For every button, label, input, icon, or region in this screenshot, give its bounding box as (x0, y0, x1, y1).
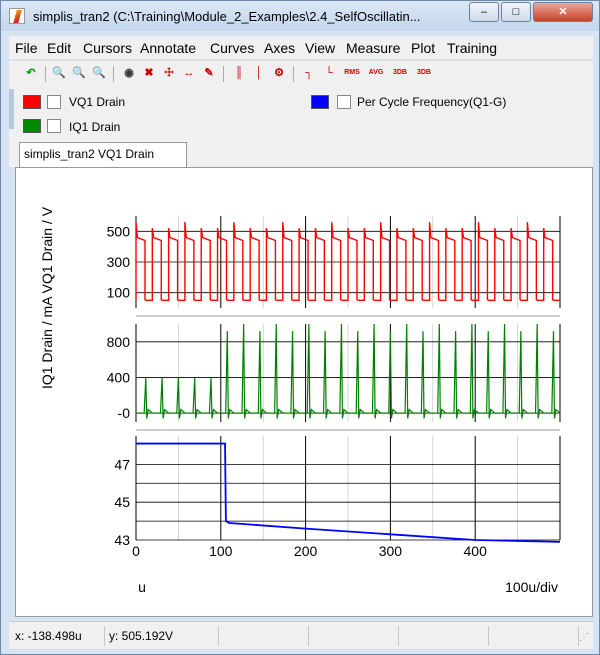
y-axis-label: IQ1 Drain / mA VQ1 Drain / V (39, 206, 55, 389)
status-bar: x: -138.498u y: 505.192V ⋰ (9, 621, 593, 649)
plot-area[interactable]: IQ1 Drain / mA VQ1 Drain / V 500 300 100 80… (15, 167, 593, 617)
title-bar[interactable]: simplis_tran2 (C:\Training\Module_2_Exam… (1, 1, 599, 31)
zoom-out-icon[interactable]: 🔍 (71, 65, 87, 81)
x-tick-label: 300 (379, 543, 403, 559)
menu-file[interactable]: File (15, 40, 38, 56)
toolbar: ↶ 🔍 🔍 🔍 ◉ ✖ ☩ ↔ ✎ ║ │ ⚙ ┐ └ RMS AVG 3DB … (9, 61, 593, 87)
x-tick-label: 400 (464, 543, 488, 559)
x-tick-label: 0 (132, 543, 140, 559)
3db-high-icon[interactable]: 3DB (389, 65, 411, 81)
delete-curve-icon[interactable]: ✖ (141, 65, 157, 81)
waveform-chart[interactable]: IQ1 Drain / mA VQ1 Drain / V 500 300 100 80… (16, 168, 592, 616)
eye-icon[interactable]: ◉ (121, 65, 137, 81)
menu-view[interactable]: View (305, 40, 335, 56)
window-title: simplis_tran2 (C:\Training\Module_2_Exam… (33, 9, 421, 24)
zoom-in-icon[interactable]: 🔍 (51, 65, 67, 81)
menu-measure[interactable]: Measure (346, 40, 400, 56)
legend-label-freq: Per Cycle Frequency(Q1-G) (357, 95, 507, 109)
y-tick-label-vq1: 300 (107, 254, 131, 270)
status-cell (399, 626, 489, 646)
minimize-button[interactable]: – (469, 2, 499, 22)
zoom-fit-icon[interactable]: 🔍 (91, 65, 107, 81)
avg-icon[interactable]: AVG (365, 65, 387, 81)
y-tick-label-freq: 43 (114, 532, 130, 548)
move-curve-icon[interactable]: ↔ (181, 65, 197, 81)
y-tick-label-freq: 45 (114, 494, 130, 510)
y-tick-label-iq1: -0 (118, 405, 131, 421)
toolbar-separator (45, 66, 46, 82)
tab-strip: simplis_tran2 VQ1 Drain (9, 135, 593, 167)
menu-annotate[interactable]: Annotate (140, 40, 196, 56)
cursor-settings-icon[interactable]: ⚙ (271, 65, 287, 81)
legend-label-vq1: VQ1 Drain (69, 95, 126, 109)
undo-icon[interactable]: ↶ (23, 65, 39, 81)
legend-label-iq1: IQ1 Drain (69, 120, 121, 134)
menu-curves[interactable]: Curves (210, 40, 254, 56)
menu-edit[interactable]: Edit (47, 40, 71, 56)
y-tick-label-freq: 47 (114, 456, 130, 472)
step-measure-icon[interactable]: ┐ (301, 65, 317, 81)
menu-plot[interactable]: Plot (411, 40, 435, 56)
cursor-pair-icon[interactable]: ║ (231, 65, 247, 81)
toolbar-separator (113, 66, 114, 82)
menu-training[interactable]: Training (447, 40, 497, 56)
status-x: x: -138.498u (11, 626, 105, 646)
add-curve-icon[interactable]: ☩ (161, 65, 177, 81)
legend-checkbox-iq1[interactable] (47, 119, 61, 133)
vq1-drain-trace (135, 222, 560, 302)
app-window: simplis_tran2 (C:\Training\Module_2_Exam… (0, 0, 600, 655)
rms-icon[interactable]: RMS (341, 65, 363, 81)
y-tick-label-iq1: 400 (107, 369, 131, 385)
legend-swatch-iq1[interactable] (23, 119, 41, 133)
menu-axes[interactable]: Axes (264, 40, 295, 56)
maximize-button[interactable]: □ (501, 2, 531, 22)
x-unit-label: u (138, 579, 146, 595)
menu-cursors[interactable]: Cursors (83, 40, 132, 56)
x-tick-label: 200 (294, 543, 318, 559)
status-y: y: 505.192V (105, 626, 219, 646)
legend-checkbox-vq1[interactable] (47, 95, 61, 109)
x-tick-label: 100 (209, 543, 233, 559)
cursor-single-icon[interactable]: │ (251, 65, 267, 81)
legend-checkbox-freq[interactable] (337, 95, 351, 109)
close-button[interactable]: ✕ (533, 2, 593, 22)
y-tick-label-vq1: 500 (107, 223, 131, 239)
legend-splitter[interactable] (9, 89, 14, 129)
status-cell (309, 626, 399, 646)
tab-vq1-drain[interactable]: simplis_tran2 VQ1 Drain (19, 142, 187, 167)
status-cell (219, 626, 309, 646)
falling-edge-icon[interactable]: └ (321, 65, 337, 81)
edit-curve-icon[interactable]: ✎ (201, 65, 217, 81)
legend-panel: VQ1 Drain IQ1 Drain Per Cycle Frequency(… (9, 87, 593, 135)
legend-swatch-freq[interactable] (311, 95, 329, 109)
status-cell (489, 626, 579, 646)
resize-grip-icon[interactable]: ⋰ (579, 632, 589, 643)
y-tick-label-vq1: 100 (107, 285, 131, 301)
app-icon (9, 8, 25, 24)
y-tick-label-iq1: 800 (107, 334, 131, 350)
3db-low-icon[interactable]: 3DB (413, 65, 435, 81)
menu-bar: File Edit Cursors Annotate Curves Axes V… (9, 36, 593, 60)
toolbar-separator (293, 66, 294, 82)
legend-swatch-vq1[interactable] (23, 95, 41, 109)
x-div-label: 100u/div (505, 579, 558, 595)
toolbar-separator (223, 66, 224, 82)
